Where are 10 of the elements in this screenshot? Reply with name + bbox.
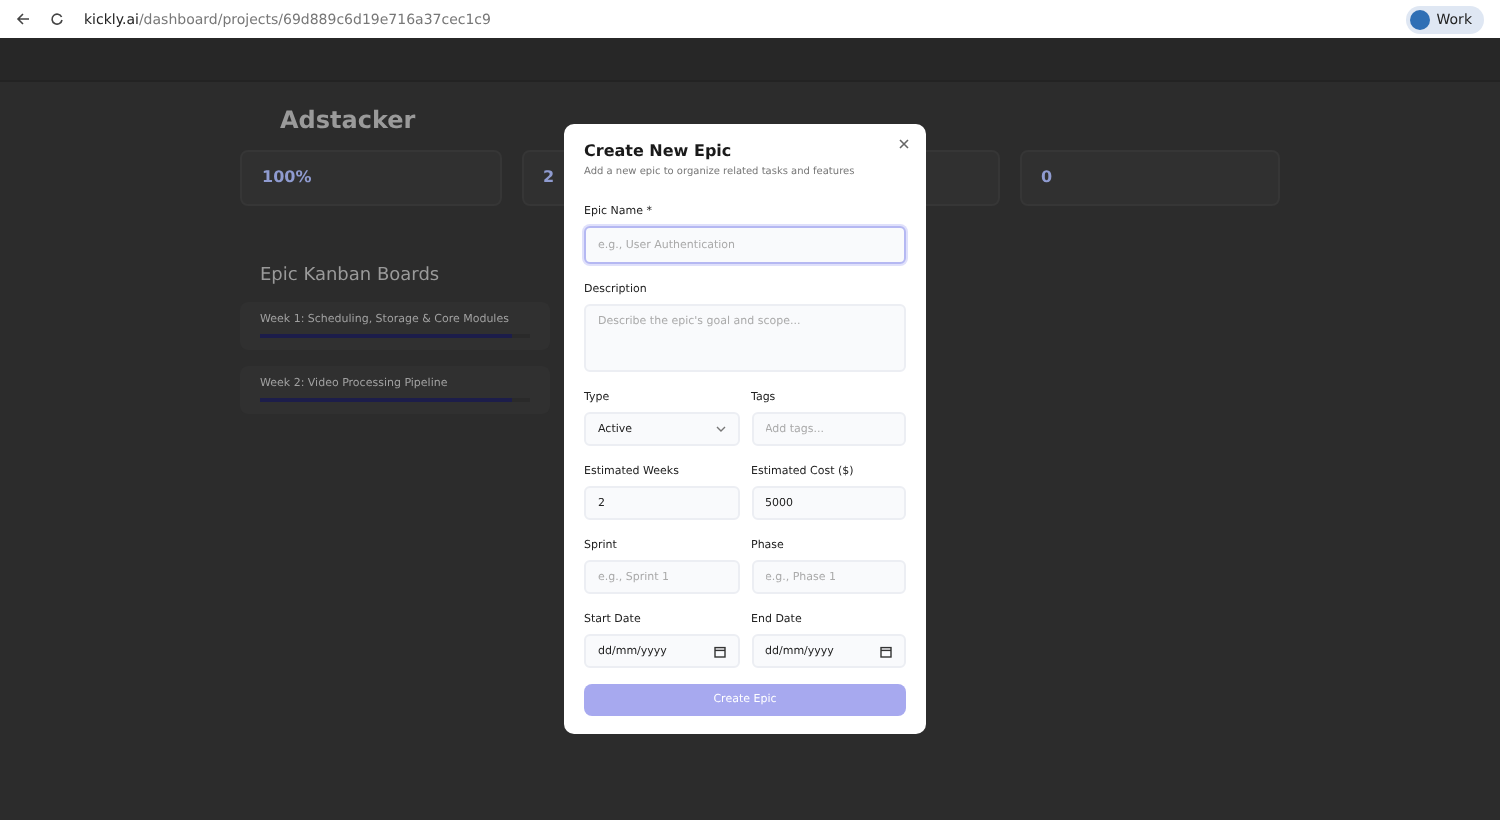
stat-card: 0 (1019, 150, 1280, 206)
stat-card: 100% (240, 150, 501, 206)
board-heading: Epic Kanban Boards (258, 266, 442, 286)
back-icon[interactable] (16, 12, 30, 26)
close-icon[interactable] (896, 136, 912, 152)
calendar-icon (880, 645, 892, 657)
chevron-down-icon (715, 426, 725, 432)
project-title: Adstacker (278, 106, 418, 134)
reload-icon[interactable] (50, 12, 64, 26)
calendar-icon (713, 645, 725, 657)
